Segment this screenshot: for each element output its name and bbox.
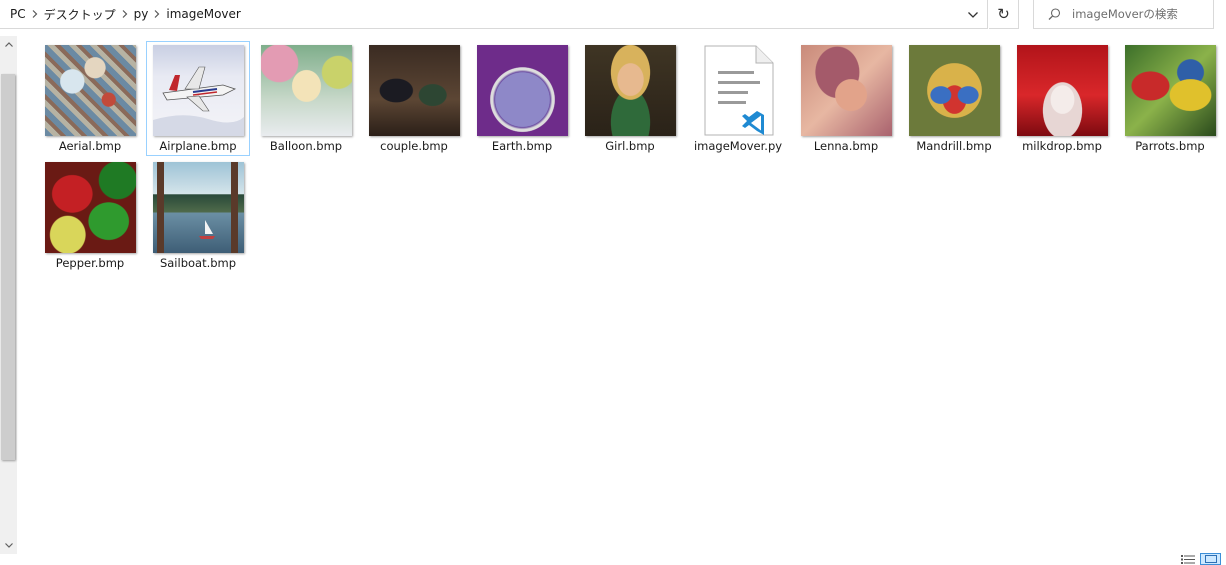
file-item-couple[interactable]: couple.bmp xyxy=(362,41,466,156)
breadcrumb-chevron-icon[interactable] xyxy=(30,4,40,24)
file-item-earth[interactable]: Earth.bmp xyxy=(470,41,574,156)
file-grid: Aerial.bmp Airplane.bmp Balloon.bmp coup… xyxy=(38,41,1226,275)
file-name: Aerial.bmp xyxy=(58,139,122,153)
search-input[interactable] xyxy=(1072,7,1207,21)
file-thumbnail xyxy=(153,162,244,253)
file-thumbnail xyxy=(909,45,1000,136)
file-thumbnail xyxy=(153,45,244,136)
file-list-pane[interactable]: Aerial.bmp Airplane.bmp Balloon.bmp coup… xyxy=(17,36,1226,554)
file-name: Lenna.bmp xyxy=(813,139,879,153)
file-thumbnail xyxy=(45,45,136,136)
breadcrumb-chevron-icon[interactable] xyxy=(120,4,130,24)
file-item-lenna[interactable]: Lenna.bmp xyxy=(794,41,898,156)
file-name: Airplane.bmp xyxy=(159,139,237,153)
large-icons-view-icon[interactable] xyxy=(1200,553,1221,565)
file-thumbnail xyxy=(369,45,460,136)
file-name: Parrots.bmp xyxy=(1135,139,1205,153)
vertical-scrollbar[interactable] xyxy=(0,36,17,554)
scroll-down-icon[interactable] xyxy=(0,537,17,554)
address-bar-area: PC デスクトップ py imageMover ↻ xyxy=(0,0,1226,30)
file-item-balloon[interactable]: Balloon.bmp xyxy=(254,41,358,156)
file-name: milkdrop.bmp xyxy=(1022,139,1102,153)
file-item-imagemover-py[interactable]: imageMover.py xyxy=(686,41,790,156)
breadcrumb-py[interactable]: py xyxy=(130,4,153,24)
scroll-thumb[interactable] xyxy=(1,74,15,460)
file-name: Earth.bmp xyxy=(491,139,553,153)
breadcrumb-chevron-icon[interactable] xyxy=(152,4,162,24)
file-thumbnail xyxy=(1125,45,1216,136)
breadcrumb-desktop[interactable]: デスクトップ xyxy=(40,4,120,24)
file-name: Sailboat.bmp xyxy=(159,256,237,270)
vscode-file-icon xyxy=(704,45,774,136)
file-thumbnail xyxy=(1017,45,1108,136)
file-thumbnail xyxy=(45,162,136,253)
file-thumbnail xyxy=(477,45,568,136)
details-view-icon[interactable] xyxy=(1180,553,1196,565)
breadcrumb-imagemover[interactable]: imageMover xyxy=(162,4,245,24)
file-name: couple.bmp xyxy=(380,139,448,153)
file-name: Mandrill.bmp xyxy=(916,139,992,153)
file-item-milkdrop[interactable]: milkdrop.bmp xyxy=(1010,41,1114,156)
file-item-pepper[interactable]: Pepper.bmp xyxy=(38,158,142,273)
file-name: Balloon.bmp xyxy=(269,139,343,153)
file-thumbnail xyxy=(261,45,352,136)
file-name: imageMover.py xyxy=(693,139,783,153)
file-thumbnail xyxy=(585,45,676,136)
file-name: Girl.bmp xyxy=(605,139,655,153)
breadcrumb-pc[interactable]: PC xyxy=(6,4,30,24)
file-thumbnail xyxy=(801,45,892,136)
file-item-parrots[interactable]: Parrots.bmp xyxy=(1118,41,1222,156)
file-item-airplane[interactable]: Airplane.bmp xyxy=(146,41,250,156)
view-switcher xyxy=(1180,553,1221,565)
file-item-aerial[interactable]: Aerial.bmp xyxy=(38,41,142,156)
file-item-sailboat[interactable]: Sailboat.bmp xyxy=(146,158,250,273)
file-item-mandrill[interactable]: Mandrill.bmp xyxy=(902,41,1006,156)
search-box[interactable] xyxy=(1033,0,1214,29)
scroll-up-icon[interactable] xyxy=(0,36,17,53)
refresh-icon: ↻ xyxy=(997,5,1010,23)
chevron-down-icon[interactable] xyxy=(962,4,984,25)
address-bar[interactable]: PC デスクトップ py imageMover xyxy=(0,0,988,29)
file-name: Pepper.bmp xyxy=(55,256,125,270)
refresh-button[interactable]: ↻ xyxy=(989,0,1019,29)
file-item-girl[interactable]: Girl.bmp xyxy=(578,41,682,156)
search-icon xyxy=(1046,6,1062,22)
